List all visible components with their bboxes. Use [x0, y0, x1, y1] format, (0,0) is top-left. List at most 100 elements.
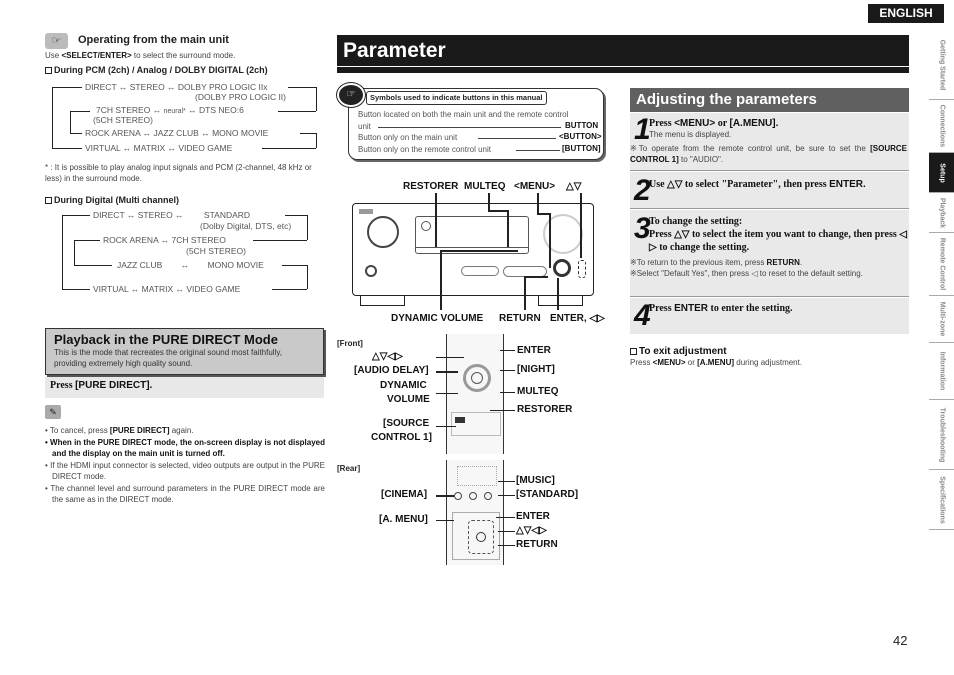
- step-line2: Press △▽ to select the item you want to …: [649, 229, 907, 253]
- tab-remote-control[interactable]: Remote Control: [929, 233, 954, 296]
- mode-standard: STANDARD: [203, 210, 251, 220]
- label-music: [MUSIC]: [516, 475, 555, 486]
- label-arrows: △▽◁▷: [516, 525, 547, 536]
- step-instruction: Press ENTER to enter the setting.: [649, 302, 793, 315]
- arrow-line: [378, 127, 561, 128]
- mode-video-game: VIDEO GAME: [178, 143, 233, 153]
- flow-row: VIRTUAL ↔ MATRIX ↔ VIDEO GAME: [85, 143, 233, 153]
- tab-information[interactable]: Information: [929, 343, 954, 400]
- mode-mono-movie: MONO MOVIE: [207, 260, 264, 270]
- flow-line: [262, 148, 316, 149]
- enter-button-label: ENTER.: [829, 179, 866, 190]
- note-text: again.: [169, 426, 194, 435]
- remote-enter-button: [471, 372, 483, 384]
- tab-troubleshooting[interactable]: Troubleshooting: [929, 400, 954, 470]
- tab-connections[interactable]: Connections: [929, 100, 954, 153]
- flow-line: [52, 87, 53, 148]
- page-number: 42: [893, 633, 908, 648]
- step-text: or: [715, 118, 730, 129]
- flow-line: [307, 265, 308, 289]
- callout-line: [436, 371, 458, 373]
- updown-buttons: [578, 260, 586, 278]
- step-3: 3 To change the setting: Press △▽ to sel…: [630, 210, 909, 297]
- flow-row: JAZZ CLUB ↔ MONO MOVIE: [117, 260, 264, 270]
- tab-specifications[interactable]: Specifications: [929, 470, 954, 530]
- exit-text: or: [685, 358, 698, 367]
- mode-direct: DIRECT: [85, 82, 117, 92]
- step-text: Use △▽ to select "Parameter", then press: [649, 179, 830, 190]
- flow-line: [62, 289, 90, 290]
- label-arrows: △▽◁▷: [372, 351, 403, 362]
- symbol-row1-text2: unit: [358, 122, 371, 131]
- pcm-footnote: * : It is possible to play analog input …: [45, 163, 312, 183]
- flow-line: [52, 87, 82, 88]
- mode-7ch-stereo: 7CH STEREO: [96, 105, 151, 115]
- operating-title: Operating from the main unit: [78, 34, 229, 46]
- note-item: When in the PURE DIRECT mode, the on-scr…: [45, 437, 325, 460]
- pure-direct-box: Playback in the PURE DIRECT Mode This is…: [45, 328, 324, 375]
- tab-multi-zone[interactable]: Multi-zone: [929, 296, 954, 343]
- note-text: to "AUDIO".: [678, 155, 724, 164]
- label-enter: ENTER: [517, 345, 551, 356]
- pure-direct-notes: To cancel, press [PURE DIRECT] again. Wh…: [45, 425, 325, 506]
- flow-row: ROCK ARENA ↔ 7CH STEREO: [103, 235, 226, 245]
- checkbox-icon: [45, 197, 52, 204]
- language-label: ENGLISH: [868, 4, 944, 23]
- return-button-label: RETURN: [766, 258, 800, 267]
- use-suffix: to select the surround mode.: [131, 51, 236, 60]
- step-note: ※Select "Default Yes", then press ◁ to r…: [630, 269, 863, 278]
- label-night: [NIGHT]: [517, 364, 555, 375]
- mode-neural: neural*: [163, 108, 186, 115]
- digital-heading-text: During Digital (Multi channel): [54, 195, 179, 205]
- flow-line: [74, 240, 75, 265]
- step-instruction: To change the setting: Press △▽ to selec…: [649, 215, 907, 254]
- mode-stereo: STEREO: [129, 82, 165, 92]
- pure-direct-press: Press [PURE DIRECT].: [45, 377, 324, 398]
- mode-7ch-stereo: 7CH STEREO: [171, 235, 226, 245]
- remote-front: [446, 334, 504, 454]
- note-text: ※To return to the previous item, press: [630, 258, 767, 267]
- note-item: To cancel, press [PURE DIRECT] again.: [45, 425, 325, 437]
- tab-label: Connections: [938, 104, 945, 148]
- flow-row: DIRECT ↔ STEREO ↔ DOLBY PRO LOGIC IIx: [85, 82, 268, 92]
- power-button: [365, 265, 377, 277]
- mode-virtual: VIRTUAL: [85, 143, 121, 153]
- remote-rear: [446, 460, 504, 565]
- callout-line: [436, 426, 456, 427]
- menu-button-label: <MENU>: [674, 118, 716, 129]
- brand-logo: [359, 209, 373, 214]
- digital-heading: During Digital (Multi channel): [45, 195, 179, 205]
- tab-playback[interactable]: Playback: [929, 193, 954, 233]
- step-note: ※To operate from the remote control unit…: [630, 143, 907, 165]
- callout-line: [500, 370, 515, 371]
- flow-line: [288, 87, 316, 88]
- callout-line: [436, 495, 454, 497]
- step-subtext: The menu is displayed.: [649, 130, 732, 139]
- use-prefix: Use: [45, 51, 62, 60]
- flow-line: [316, 87, 317, 111]
- tab-setup[interactable]: Setup: [929, 153, 954, 193]
- flow-line: [74, 265, 112, 266]
- page-title: Parameter: [337, 35, 909, 66]
- tab-getting-started[interactable]: Getting Started: [929, 30, 954, 100]
- label-cinema: [CINEMA]: [381, 489, 428, 500]
- exit-text: during adjustment.: [734, 358, 803, 367]
- mode-dolby-pl2x: DOLBY PRO LOGIC IIx: [177, 82, 268, 92]
- flow-line: [316, 133, 317, 148]
- hand-pointer-icon: ☞: [45, 33, 68, 49]
- flow-line: [253, 240, 307, 241]
- select-enter-dial: [553, 259, 571, 277]
- flow-line: [70, 133, 82, 134]
- tab-label: Multi-zone: [938, 301, 945, 337]
- label-restorer: RESTORER: [517, 404, 573, 415]
- callout-line: [524, 276, 548, 278]
- arrow-line: [516, 150, 560, 151]
- note-item: The channel level and surround parameter…: [45, 483, 325, 506]
- remote-enter-button: [476, 532, 486, 542]
- mode-buttons: [461, 266, 499, 276]
- flow-line: [62, 215, 90, 216]
- tab-label: Setup: [938, 162, 945, 183]
- a-menu-button-label: [A.MENU].: [729, 118, 779, 129]
- mode-dolby-pl2-sub: (DOLBY PRO LOGIC II): [195, 92, 287, 102]
- mode-video-game: VIDEO GAME: [186, 284, 241, 294]
